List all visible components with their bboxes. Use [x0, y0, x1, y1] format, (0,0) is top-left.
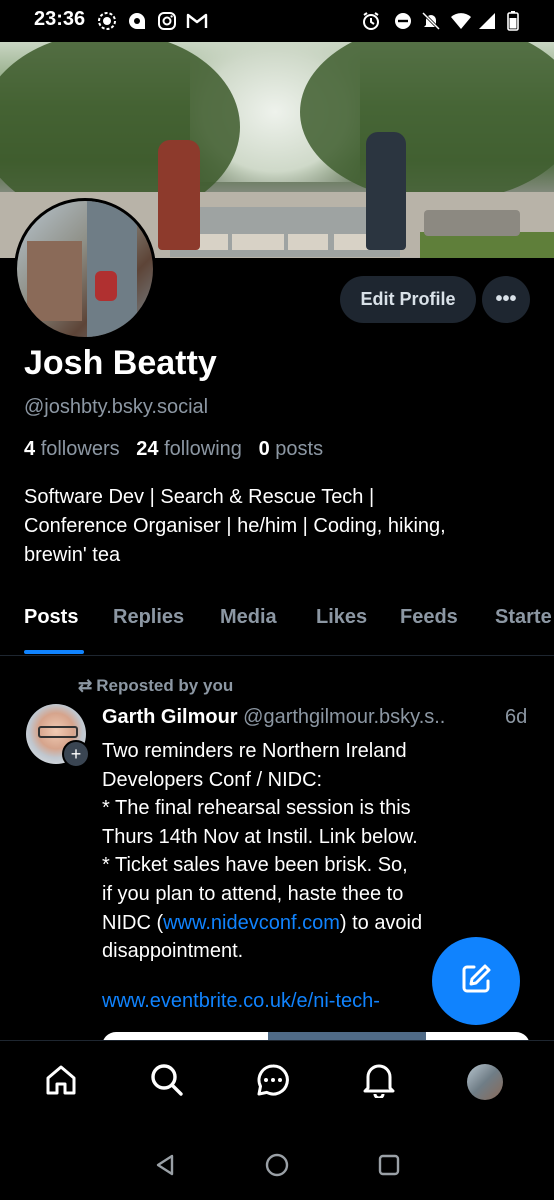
edit-profile-button[interactable]: Edit Profile — [340, 276, 476, 323]
nidevconf-link[interactable]: www.nidevconf.com — [163, 912, 340, 934]
cellular-signal-icon — [476, 10, 498, 32]
more-options-button[interactable]: ••• — [482, 276, 530, 323]
avatar-climber — [95, 271, 117, 301]
do-not-disturb-icon — [392, 10, 414, 32]
back-triangle-icon — [153, 1153, 177, 1182]
display-name: Josh Beatty — [24, 344, 217, 383]
post-line: NIDC (www.nidevconf.com) to avoid — [102, 909, 522, 938]
post-time[interactable]: 6d — [505, 706, 527, 729]
repost-label: Reposted by you — [96, 676, 233, 695]
bottom-navigation — [0, 1040, 554, 1133]
post-header: Garth Gilmour @garthgilmour.bsky.s.. 6d — [102, 706, 542, 729]
wifi-icon — [450, 10, 472, 32]
battery-icon — [502, 10, 524, 32]
nav-profile[interactable] — [464, 1061, 506, 1103]
status-bar: 23:36 — [0, 0, 554, 42]
tab-likes[interactable]: Likes — [316, 606, 367, 629]
status-time: 23:36 — [34, 8, 85, 31]
post-line: Thurs 14th Nov at Instil. Link below. — [102, 823, 522, 852]
followers-link[interactable]: 4 followers — [24, 438, 120, 460]
recents-square-icon — [377, 1153, 401, 1182]
banner-bench — [424, 210, 520, 236]
banner-stepping-stone — [288, 234, 328, 250]
post-line-text: NIDC ( — [102, 912, 163, 934]
banner-person — [366, 132, 406, 250]
follow-plus-icon[interactable]: + — [62, 740, 90, 768]
compose-post-button[interactable] — [432, 937, 520, 1025]
following-link[interactable]: 24 following — [136, 438, 242, 460]
profile-tabs: Posts Replies Media Likes Feeds Starte — [0, 606, 554, 654]
bio-line: Conference Organiser | he/him | Coding, … — [24, 512, 534, 541]
system-back-button[interactable] — [150, 1152, 180, 1182]
profile-stats: 4 followers 24 following 0 posts — [24, 438, 323, 461]
eventbrite-link[interactable]: www.eventbrite.co.uk/e/ni-tech- — [102, 990, 380, 1013]
following-label: following — [164, 438, 242, 460]
instagram-icon — [156, 10, 178, 32]
tab-starter-packs[interactable]: Starte — [495, 606, 552, 629]
chat-bubble-icon — [126, 10, 148, 32]
avatar-building — [27, 241, 82, 321]
post-line: * The final rehearsal session is this — [102, 794, 522, 823]
profile-avatar[interactable] — [14, 198, 156, 340]
tab-feeds[interactable]: Feeds — [400, 606, 458, 629]
home-icon — [44, 1063, 78, 1102]
post-line: if you plan to attend, haste thee to — [102, 880, 522, 909]
nav-search[interactable] — [146, 1061, 188, 1103]
chat-icon — [255, 1062, 291, 1103]
post-text: Two reminders re Northern Ireland Develo… — [102, 737, 522, 966]
profile-avatar-small — [467, 1064, 503, 1100]
tabs-divider — [0, 655, 554, 656]
post-author-handle[interactable]: @garthgilmour.bsky.s.. — [243, 706, 445, 728]
home-circle-icon — [264, 1152, 290, 1183]
notifications-icon — [362, 1062, 396, 1103]
post-line: Developers Conf / NIDC: — [102, 766, 522, 795]
post-line-text: ) to avoid — [340, 912, 422, 934]
tab-posts[interactable]: Posts — [24, 606, 78, 629]
bio-line: brewin' tea — [24, 541, 534, 570]
system-recents-button[interactable] — [374, 1152, 404, 1182]
post-line: Two reminders re Northern Ireland — [102, 737, 522, 766]
signal-messenger-icon — [96, 10, 118, 32]
search-icon — [149, 1062, 185, 1103]
system-navigation-bar — [0, 1132, 554, 1200]
repost-indicator: ⇄Reposted by you — [78, 676, 233, 696]
system-home-button[interactable] — [262, 1152, 292, 1182]
followers-label: followers — [41, 438, 120, 460]
bio-line: Software Dev | Search & Rescue Tech | — [24, 483, 534, 512]
gmail-icon — [186, 10, 208, 32]
alarm-icon — [360, 10, 382, 32]
posts-count: 0 — [259, 438, 270, 460]
banner-stepping-stone — [232, 234, 284, 250]
followers-count: 4 — [24, 438, 35, 460]
tab-replies[interactable]: Replies — [113, 606, 184, 629]
following-count: 24 — [136, 438, 158, 460]
bell-off-icon — [420, 10, 442, 32]
nav-home[interactable] — [40, 1061, 82, 1103]
profile-handle: @joshbty.bsky.social — [24, 396, 208, 419]
repost-icon: ⇄ — [78, 676, 92, 695]
ellipsis-icon: ••• — [495, 288, 516, 311]
banner-person — [158, 140, 200, 250]
posts-stat: 0 posts — [259, 438, 324, 460]
post-line: * Ticket sales have been brisk. So, — [102, 851, 522, 880]
avatar-glasses — [38, 726, 78, 738]
profile-bio: Software Dev | Search & Rescue Tech | Co… — [24, 483, 534, 570]
nav-chat[interactable] — [252, 1061, 294, 1103]
compose-icon — [458, 961, 494, 1002]
post-author-name[interactable]: Garth Gilmour — [102, 706, 238, 728]
posts-label: posts — [275, 438, 323, 460]
active-tab-indicator — [24, 650, 84, 654]
avatar-building — [87, 201, 137, 337]
tab-media[interactable]: Media — [220, 606, 277, 629]
nav-notifications[interactable] — [358, 1061, 400, 1103]
